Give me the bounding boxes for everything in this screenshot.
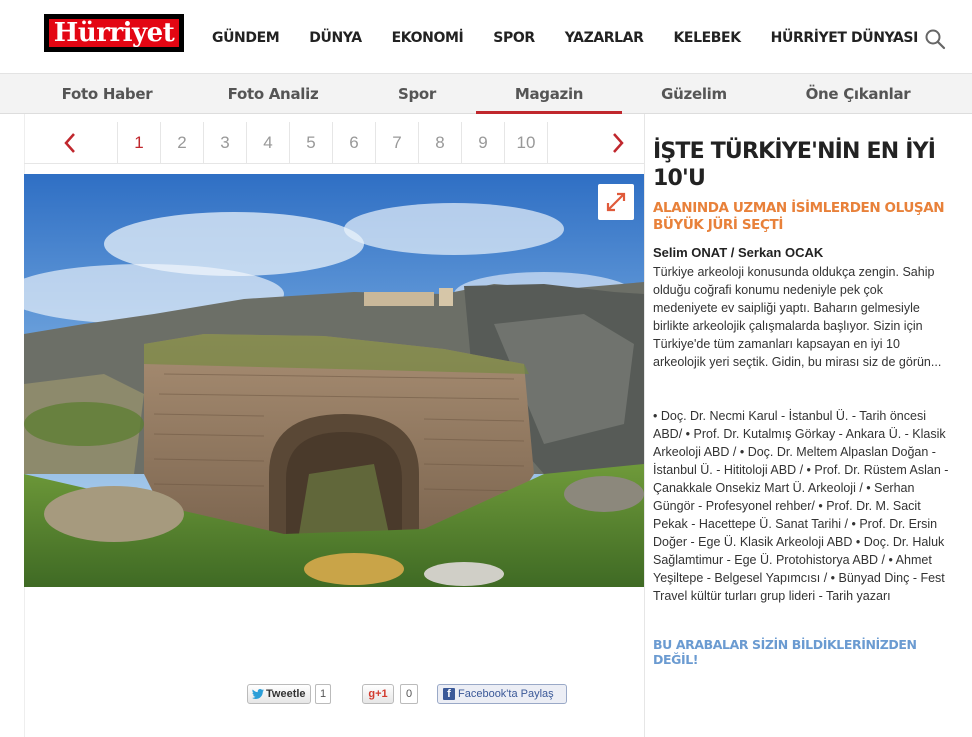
main-nav: GÜNDEM DÜNYA EKONOMİ SPOR YAZARLAR KELEB… bbox=[212, 30, 948, 46]
page-4[interactable]: 4 bbox=[247, 122, 290, 164]
page-9[interactable]: 9 bbox=[462, 122, 505, 164]
page-10[interactable]: 10 bbox=[505, 122, 548, 164]
page-5[interactable]: 5 bbox=[290, 122, 333, 164]
page-8[interactable]: 8 bbox=[419, 122, 462, 164]
page-6[interactable]: 6 bbox=[333, 122, 376, 164]
page-3[interactable]: 3 bbox=[204, 122, 247, 164]
hurriyet-logo[interactable]: Hürriyet bbox=[44, 14, 184, 52]
tab-magazin[interactable]: Magazin bbox=[476, 74, 622, 114]
tab-spor[interactable]: Spor bbox=[344, 74, 490, 114]
site-header: Hürriyet GÜNDEM DÜNYA EKONOMİ SPOR YAZAR… bbox=[0, 0, 972, 74]
page-7[interactable]: 7 bbox=[376, 122, 419, 164]
nav-item-gundem[interactable]: GÜNDEM bbox=[212, 30, 280, 46]
chevron-left-icon bbox=[64, 133, 75, 153]
facebook-share-button[interactable]: f Facebook'ta Paylaş bbox=[437, 684, 567, 704]
nav-item-dunya[interactable]: DÜNYA bbox=[309, 30, 362, 46]
ruins-photo bbox=[24, 174, 644, 587]
article-title: İŞTE TÜRKİYE'NİN EN İYİ 10'U bbox=[653, 139, 936, 191]
tweet-count: 1 bbox=[315, 684, 331, 704]
chevron-right-icon bbox=[613, 133, 624, 153]
search-icon[interactable] bbox=[924, 28, 946, 50]
google-plus-button[interactable]: g+1 bbox=[362, 684, 394, 704]
nav-item-spor[interactable]: SPOR bbox=[493, 30, 535, 46]
logo-text: Hürriyet bbox=[49, 19, 179, 47]
article-body: Türkiye arkeoloji konusunda oldukça zeng… bbox=[653, 265, 942, 369]
nav-item-kelebek[interactable]: KELEBEK bbox=[673, 30, 741, 46]
tweet-label: Tweetle bbox=[266, 688, 306, 700]
google-plus-count: 0 bbox=[400, 684, 418, 704]
article-authors: Selim ONAT / Serkan OCAK bbox=[653, 245, 824, 260]
expand-button[interactable] bbox=[598, 184, 634, 220]
nav-item-yazarlar[interactable]: YAZARLAR bbox=[565, 30, 644, 46]
tab-foto-analiz[interactable]: Foto Analiz bbox=[200, 74, 346, 114]
nav-item-ekonomi[interactable]: EKONOMİ bbox=[392, 30, 464, 46]
gallery-category-nav: Foto Haber Foto Analiz Spor Magazin Güze… bbox=[0, 74, 972, 114]
twitter-bird-icon bbox=[252, 689, 264, 699]
facebook-icon: f bbox=[443, 688, 455, 700]
article-subtitle: ALANINDA UZMAN İSİMLERDEN OLUŞAN BÜYÜK J… bbox=[653, 200, 945, 233]
tab-one-cikanlar[interactable]: Öne Çıkanlar bbox=[785, 74, 931, 114]
tab-foto-haber[interactable]: Foto Haber bbox=[34, 74, 180, 114]
tab-guzelim[interactable]: Güzelim bbox=[621, 74, 767, 114]
column-divider bbox=[644, 114, 645, 737]
next-page-button[interactable] bbox=[548, 122, 644, 164]
page-1[interactable]: 1 bbox=[118, 122, 161, 164]
prev-page-button[interactable] bbox=[24, 122, 118, 164]
chevron-down-icon[interactable]: ⌄ bbox=[888, 33, 896, 44]
expand-icon bbox=[606, 192, 626, 212]
related-article-link[interactable]: BU ARABALAR SİZİN BİLDİKLERİNİZDEN DEĞİL… bbox=[653, 637, 953, 667]
page-2[interactable]: 2 bbox=[161, 122, 204, 164]
tweet-button[interactable]: Tweetle bbox=[247, 684, 311, 704]
gallery-photo[interactable] bbox=[24, 174, 644, 587]
gallery-pager: 1 2 3 4 5 6 7 8 9 10 bbox=[24, 122, 644, 164]
facebook-share-label: Facebook'ta Paylaş bbox=[458, 688, 554, 700]
jury-list: • Doç. Dr. Necmi Karul - İstanbul Ü. - T… bbox=[653, 409, 949, 603]
